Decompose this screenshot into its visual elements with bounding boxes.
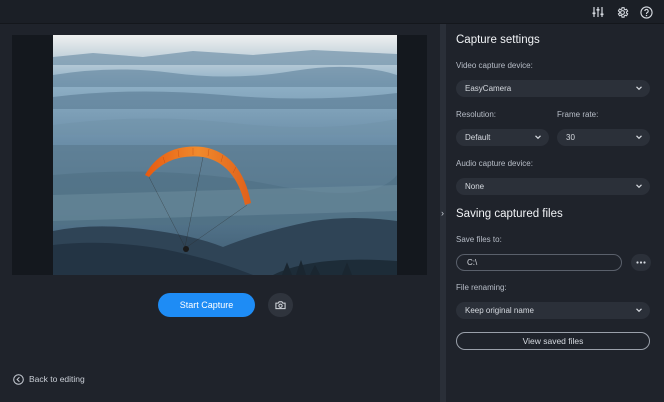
help-icon[interactable] — [638, 4, 654, 20]
audio-device-select[interactable]: None — [456, 178, 650, 195]
save-path-field[interactable]: C:\ — [456, 254, 622, 271]
gear-icon[interactable] — [614, 4, 630, 20]
audio-device-value: None — [465, 182, 485, 191]
resolution-label: Resolution: — [456, 110, 497, 119]
back-to-editing-link[interactable]: Back to editing — [13, 373, 85, 385]
chevron-down-icon — [636, 184, 642, 189]
top-bar — [0, 0, 664, 24]
chevron-down-icon — [636, 308, 642, 313]
back-label: Back to editing — [29, 374, 85, 384]
framerate-select[interactable]: 30 — [557, 129, 650, 146]
video-device-value: EasyCamera — [465, 84, 512, 93]
snapshot-button[interactable] — [268, 293, 293, 317]
equalizer-icon[interactable] — [590, 4, 606, 20]
start-capture-button[interactable]: Start Capture — [158, 293, 255, 317]
chevron-down-icon — [535, 135, 541, 140]
framerate-value: 30 — [566, 133, 575, 142]
audio-device-label: Audio capture device: — [456, 159, 533, 168]
browse-folder-button[interactable] — [631, 254, 651, 271]
file-renaming-select[interactable]: Keep original name — [456, 302, 650, 319]
capture-settings-title: Capture settings — [456, 34, 540, 46]
camera-icon — [275, 301, 286, 310]
framerate-label: Frame rate: — [557, 110, 599, 119]
resolution-value: Default — [465, 133, 491, 142]
chevron-down-icon — [636, 135, 642, 140]
video-device-select[interactable]: EasyCamera — [456, 80, 650, 97]
view-saved-files-button[interactable]: View saved files — [456, 332, 650, 350]
file-renaming-label: File renaming: — [456, 283, 507, 292]
more-dots-icon — [636, 261, 646, 264]
video-device-label: Video capture device: — [456, 61, 533, 70]
capture-area: Start Capture Back to editing — [0, 24, 440, 402]
resolution-select[interactable]: Default — [456, 129, 549, 146]
saving-files-title: Saving captured files — [456, 208, 563, 220]
camera-preview — [53, 35, 397, 275]
back-arrow-icon — [13, 373, 24, 385]
chevron-down-icon — [636, 86, 642, 91]
file-renaming-value: Keep original name — [465, 306, 534, 315]
save-files-label: Save files to: — [456, 235, 502, 244]
